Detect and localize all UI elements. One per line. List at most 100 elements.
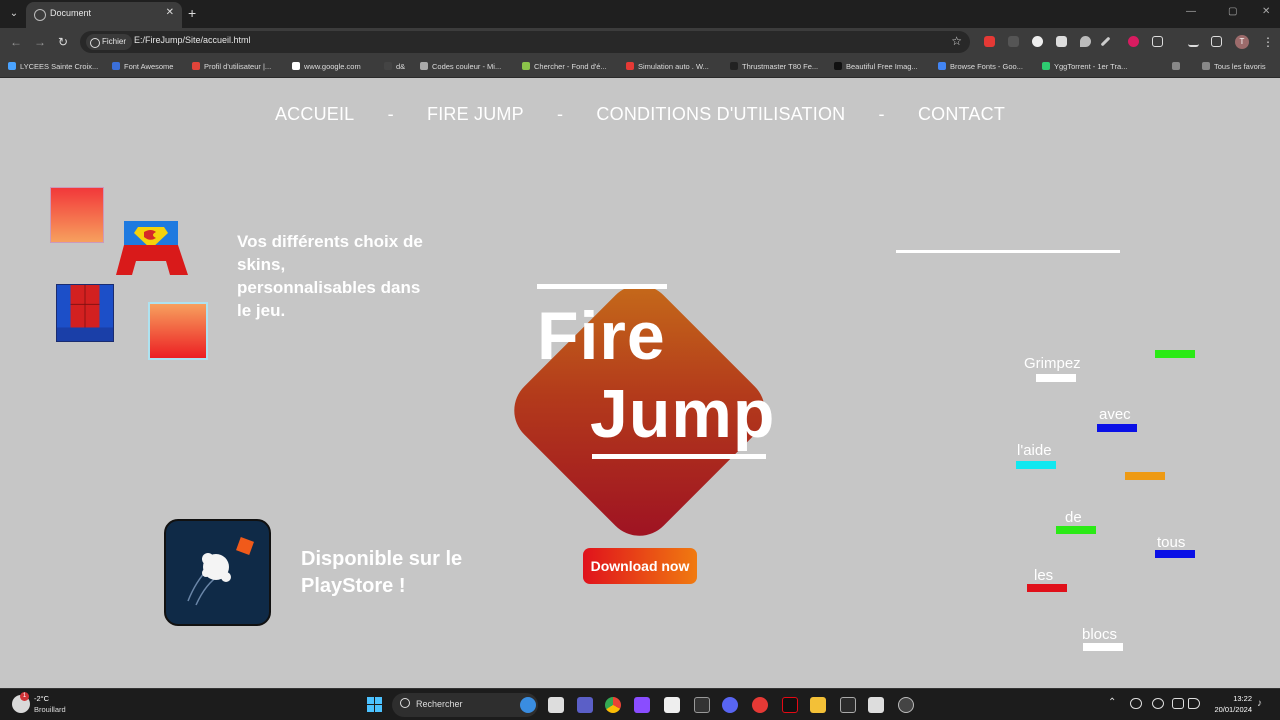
volume-icon[interactable] [1188,698,1200,709]
color-block-green [1155,350,1195,358]
logo-text-jump: Jump [590,376,776,452]
notification-bell-icon[interactable]: ♪ [1257,698,1262,709]
new-tab-button[interactable]: + [188,5,196,21]
clock-app-icon[interactable] [898,697,914,713]
site-info-chip[interactable]: Fichier [86,34,133,50]
maximize-button[interactable]: ▢ [1228,6,1237,17]
word-block-grimpez [1036,374,1076,382]
forward-button[interactable]: → [34,35,46,49]
profile-avatar[interactable]: T [1235,35,1249,49]
side-panel-icon[interactable] [1211,36,1222,47]
extension-adblock-icon[interactable] [984,36,995,47]
sync-icon[interactable] [1152,698,1164,709]
url-text[interactable]: E:/FireJump/Site/accueil.html [134,35,251,45]
nav-link-fire-jump[interactable]: FIRE JUMP [427,104,524,125]
tab-search-chevron-icon[interactable]: ⌄ [6,6,22,22]
extension-pink-icon[interactable] [1128,36,1139,47]
extensions-puzzle-icon[interactable] [1152,36,1163,47]
all-bookmarks-folder[interactable]: Tous les favoris [1202,62,1266,71]
taskbar-search[interactable]: Rechercher [392,693,538,717]
bookmark-item[interactable]: d& [384,62,405,71]
snipping-tool-icon[interactable] [868,697,884,713]
terminal-icon[interactable] [840,697,856,713]
download-button[interactable]: Download now [583,548,697,584]
reload-button[interactable]: ↻ [58,35,68,49]
browser-tab[interactable]: Document ✕ [26,2,182,28]
calculator-icon[interactable] [694,697,710,713]
clock-time[interactable]: 13:22 [1226,694,1252,703]
word-block-laide [1016,461,1056,469]
file-explorer-icon[interactable] [810,697,826,713]
heart-app-icon[interactable] [634,697,650,713]
word-block-les [1027,584,1067,592]
netflix-icon[interactable] [782,697,798,713]
red-app-icon[interactable] [752,697,768,713]
extension-circle-icon[interactable] [1032,36,1043,47]
nav-separator: - [387,104,394,124]
downloads-icon[interactable] [1188,36,1199,47]
skin-gradient-orange [148,302,208,360]
bookmark-item[interactable]: Profil d'utilisateur |... [192,62,271,71]
chrome-icon[interactable] [605,697,621,713]
search-label: Rechercher [416,699,463,709]
tray-overflow-chevron-icon[interactable]: ⌃ [1108,697,1116,708]
browser-toolbar: ← → ↻ Fichier E:/FireJump/Site/accueil.h… [0,28,1280,56]
bookmark-item[interactable]: Chercher - Fond d'é... [522,62,607,71]
bookmark-item[interactable]: www.google.com [292,62,361,71]
bookmark-star-icon[interactable]: ☆ [951,34,962,48]
nav-link-conditions[interactable]: CONDITIONS D'UTILISATION [596,104,845,125]
bookmark-item[interactable]: YggTorrent - 1er Tra... [1042,62,1127,71]
globe-icon [34,9,46,21]
extension-drop-icon[interactable] [1080,36,1091,47]
close-window-button[interactable]: ✕ [1262,6,1270,17]
extension-page-icon[interactable] [1056,36,1067,47]
skin-spiderman-icon [56,284,114,342]
bookmarks-overflow-button[interactable]: » [1172,62,1181,71]
word-grimpez: Grimpez [1024,355,1081,372]
clock-date[interactable]: 20/01/2024 [1208,705,1252,714]
word-block-tous [1155,550,1195,558]
store-icon[interactable] [664,697,680,713]
windows-start-icon[interactable] [367,697,383,713]
logo-top-bar [537,284,667,289]
minimize-button[interactable]: — [1186,6,1196,17]
bookmark-item[interactable]: Browse Fonts - Goo... [938,62,1023,71]
bookmark-item[interactable]: Thrustmaster T80 Fe... [730,62,818,71]
logo-text-fire: Fire [537,298,666,374]
word-laide: l'aide [1017,442,1052,459]
bookmark-item[interactable]: Codes couleur - Mi... [420,62,501,71]
extension-w-icon[interactable] [1008,36,1019,47]
nav-link-accueil[interactable]: ACCUEIL [275,104,354,125]
word-blocs: blocs [1082,626,1118,643]
notification-badge: 1 [20,692,29,701]
weather-temperature[interactable]: -2°C [34,694,49,703]
bookmark-item[interactable]: Simulation auto . W... [626,62,709,71]
word-block-de [1056,526,1096,534]
browser-tab-bar: ⌄ Document ✕ + — ▢ ✕ [0,0,1280,28]
extension-eyedropper-icon[interactable] [1100,36,1111,47]
jump-splash-icon [187,537,254,606]
cloud-icon[interactable] [1130,698,1142,709]
network-icon[interactable] [1172,698,1184,709]
word-block-avec [1097,424,1137,432]
tab-close-icon[interactable]: ✕ [166,7,174,18]
app-icon[interactable] [164,519,271,626]
task-view-icon[interactable] [548,697,564,713]
teams-icon[interactable] [577,697,593,713]
nav-separator: - [878,104,885,124]
bookmarks-bar: » Tous les favoris LYCEES Sainte Croix..… [0,56,1280,78]
tab-title: Document [50,8,92,18]
bookmark-item[interactable]: Beautiful Free Imag... [834,62,918,71]
word-de: de [1065,509,1082,526]
bookmark-item[interactable]: LYCEES Sainte Croix... [8,62,98,71]
discord-icon[interactable] [722,697,738,713]
menu-kebab-icon[interactable]: ⋮ [1262,35,1274,49]
weather-description[interactable]: Brouillard [34,705,66,714]
bookmark-item[interactable]: Font Awesome [112,62,173,71]
back-button[interactable]: ← [10,35,22,49]
nav-link-contact[interactable]: CONTACT [918,104,1005,125]
address-bar[interactable]: Fichier E:/FireJump/Site/accueil.html ☆ [80,31,970,53]
bing-icon[interactable] [520,697,536,713]
word-block-blocs [1083,643,1123,651]
main-nav: ACCUEIL - FIRE JUMP - CONDITIONS D'UTILI… [0,104,1280,125]
